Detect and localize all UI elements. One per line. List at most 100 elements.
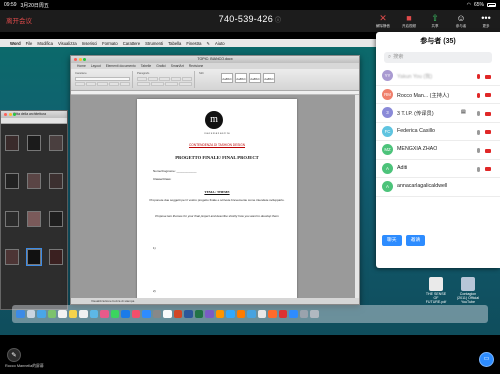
word-tab[interactable]: SmartArt xyxy=(171,64,184,68)
finder-dock-icon[interactable] xyxy=(16,309,25,319)
participant-row[interactable]: A annacarlagalicaldwell xyxy=(376,178,500,197)
slide-thumbnail[interactable] xyxy=(27,135,41,151)
slide-thumbnail[interactable] xyxy=(27,173,41,189)
photos-dock-icon[interactable] xyxy=(100,309,109,319)
word-tab[interactable]: Grafici xyxy=(156,64,166,68)
vertical-scrollbar[interactable] xyxy=(355,95,359,298)
start-video-button[interactable]: ■ 开启视频 xyxy=(400,13,418,29)
participant-row[interactable]: MZ MENGXIA ZHAO xyxy=(376,141,500,160)
menu-formato[interactable]: Formato xyxy=(102,41,118,46)
desktop-file-pdf[interactable]: THE SENSE OF FUTURE.pdf xyxy=(424,277,448,304)
menu-visualizza[interactable]: Visualizza xyxy=(58,41,77,46)
downloads-dock-icon[interactable] xyxy=(299,309,308,319)
acrobat-dock-icon[interactable] xyxy=(278,309,287,319)
menu-tabella[interactable]: Tabella xyxy=(168,41,181,46)
appstore-dock-icon[interactable] xyxy=(142,309,151,319)
finder-window: Citta della architettura xyxy=(0,110,68,310)
menu-carattere[interactable]: Carattere xyxy=(123,41,140,46)
chat-bubble-button[interactable]: ▭ xyxy=(479,352,494,367)
word-title: TOPIC: BIANCO.docx xyxy=(197,57,233,61)
mute-button[interactable]: ✕ 解除静音 xyxy=(374,13,392,29)
slide-thumbnail[interactable] xyxy=(49,249,63,265)
word-tab[interactable]: Elementi documento xyxy=(106,64,136,68)
menu-inserisci[interactable]: Inserisci xyxy=(82,41,97,46)
mail-dock-icon[interactable] xyxy=(121,309,130,319)
facetime-dock-icon[interactable] xyxy=(47,309,56,319)
notes-dock-icon[interactable] xyxy=(68,309,77,319)
slide-thumbnail[interactable] xyxy=(5,211,19,227)
powerpoint-dock-icon[interactable] xyxy=(173,309,182,319)
word-title-bar[interactable]: TOPIC: BIANCO.docx xyxy=(71,56,359,63)
firefox-dock-icon[interactable] xyxy=(268,309,277,319)
style-swatch[interactable]: AaBbC xyxy=(263,73,275,83)
paragraph-buttons[interactable] xyxy=(137,77,193,81)
settings-dock-icon[interactable] xyxy=(152,309,161,319)
participant-row[interactable]: 3 3 T.I.P. (传译员) ▤ xyxy=(376,104,500,123)
skype-dock-icon[interactable] xyxy=(247,309,256,319)
style-swatch[interactable]: AaBbC xyxy=(235,73,247,83)
word-tab[interactable]: Tabelle xyxy=(141,64,151,68)
participants-button[interactable]: ☺ 参与者 xyxy=(452,13,470,29)
menu-modifica[interactable]: Modifica xyxy=(37,41,53,46)
participant-row[interactable]: A Aditi xyxy=(376,160,500,178)
share-button[interactable]: ⇧ 共享 xyxy=(426,13,444,29)
trash-dock-icon[interactable] xyxy=(310,309,319,319)
zoom-dock-icon[interactable] xyxy=(289,309,298,319)
chat-bubble-icon: ▭ xyxy=(479,352,494,367)
slide-thumbnail[interactable] xyxy=(49,135,63,151)
ipad-screen: 09:59 3月20日周五 ◠ 65% 离开会议 740-539-426 ⓘ ✕ … xyxy=(0,0,500,374)
onenote-dock-icon[interactable] xyxy=(205,309,214,319)
info-icon[interactable]: ⓘ xyxy=(275,18,281,24)
maps-dock-icon[interactable] xyxy=(89,309,98,319)
more-button[interactable]: ••• 更多 xyxy=(477,13,495,29)
document-page[interactable]: m n a o s m a n a s t i t e CONTENDENZA … xyxy=(137,99,297,298)
slide-thumbnail[interactable] xyxy=(5,249,19,265)
word-tab[interactable]: Layout xyxy=(91,64,101,68)
chrome-dock-icon[interactable] xyxy=(163,309,172,319)
meeting-id: 740-539-426 ⓘ xyxy=(0,14,500,24)
font-name-select[interactable] xyxy=(75,77,130,81)
more-dots-icon: ••• xyxy=(481,13,491,23)
music-dock-icon[interactable] xyxy=(131,309,140,319)
excel-dock-icon[interactable] xyxy=(194,309,203,319)
participant-row[interactable]: YY Yakun You (我) xyxy=(376,67,500,86)
slide-thumbnail[interactable] xyxy=(27,211,41,227)
participants-search-input[interactable]: ⌕ 搜索 xyxy=(384,52,492,63)
script-menu-icon[interactable]: ✎ xyxy=(207,41,211,46)
launchpad-dock-icon[interactable] xyxy=(26,309,35,319)
slide-thumbnail[interactable] xyxy=(49,211,63,227)
menu-word[interactable]: Word xyxy=(10,41,21,46)
safari-dock-icon[interactable] xyxy=(37,309,46,319)
calendar-dock-icon[interactable] xyxy=(58,309,67,319)
slide-thumbnail-selected[interactable] xyxy=(26,248,42,266)
messages-dock-icon[interactable] xyxy=(110,309,119,319)
annotate-button[interactable]: ✎ xyxy=(7,348,21,362)
slide-thumbnail[interactable] xyxy=(5,173,19,189)
preview-dock-icon[interactable] xyxy=(257,309,266,319)
menu-strumenti[interactable]: Strumenti xyxy=(145,41,163,46)
word-tab[interactable]: Home xyxy=(77,64,86,68)
photoshop-dock-icon[interactable] xyxy=(226,309,235,319)
slide-thumbnail[interactable] xyxy=(5,135,19,151)
desktop-file-video[interactable]: Contagion (2011) Official YouTube xyxy=(456,277,480,304)
doc-title: PROGETTO FINALE/ FINAL PROJECT xyxy=(175,155,259,160)
menu-finestra[interactable]: Finestra xyxy=(186,41,201,46)
finder-title-bar[interactable]: Citta della architettura xyxy=(1,111,67,118)
participant-row[interactable]: FC Federica Casillo xyxy=(376,123,500,141)
word-dock-icon[interactable] xyxy=(184,309,193,319)
participant-name: 3 T.I.P. (传译员) xyxy=(397,111,434,117)
invite-button[interactable]: 邀请 xyxy=(405,235,426,246)
style-swatch[interactable]: AaBbC xyxy=(221,73,233,83)
reminders-dock-icon[interactable] xyxy=(79,309,88,319)
menu-file[interactable]: File xyxy=(26,41,33,46)
chat-button[interactable]: 聊天 xyxy=(382,235,402,246)
participant-row[interactable]: RM Rocco Man... (主持人) xyxy=(376,86,500,104)
menu-aiuto[interactable]: Aiuto xyxy=(215,41,225,46)
word-tab[interactable]: Revisione xyxy=(189,64,203,68)
font-format-buttons[interactable] xyxy=(75,82,131,86)
style-swatch[interactable]: AaBbC xyxy=(249,73,261,83)
align-buttons[interactable] xyxy=(137,82,192,86)
slide-thumbnail[interactable] xyxy=(49,173,63,189)
illustrator-dock-icon[interactable] xyxy=(236,309,245,319)
vlc-dock-icon[interactable] xyxy=(215,309,224,319)
